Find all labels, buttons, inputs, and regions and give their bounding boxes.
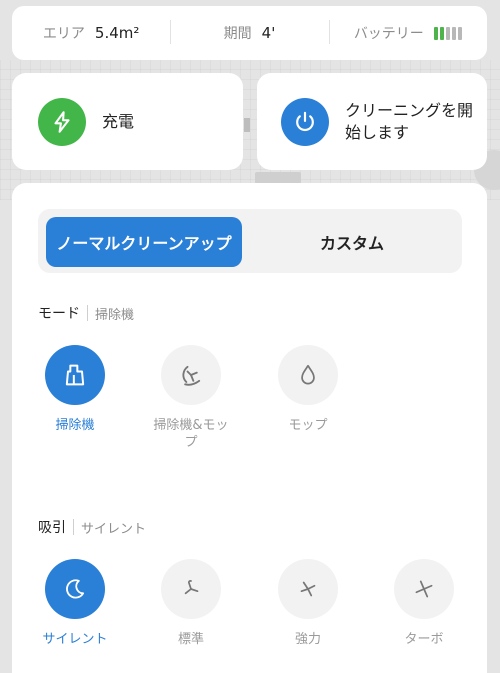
charge-button[interactable]: 充電 [12,73,243,170]
suction-section-title: 吸引 サイレント [38,517,146,537]
charge-label: 充電 [102,111,135,131]
suction-option-label: 強力 [294,632,321,647]
mode-option-mop[interactable]: モップ [263,345,353,434]
battery-bar [457,26,462,40]
settings-panel: ノーマルクリーンアップ カスタム モード 掃除機 掃除機 掃除機&モップ モップ… [12,183,487,673]
vacuum-mop-icon [161,345,221,405]
power-icon [281,97,329,146]
fan-icon [278,559,338,619]
period-label: 期間 [223,26,252,42]
vacuum-icon [45,345,105,405]
battery-label: バッテリー [353,26,424,42]
suction-option-strong[interactable]: 強力 [263,559,353,648]
moon-icon [45,559,105,619]
fan-icon [394,559,454,619]
tab-custom[interactable]: カスタム [250,217,454,267]
mode-current: 掃除機 [95,307,135,323]
battery-bar [439,26,444,40]
battery-indicator [433,26,462,40]
suction-title: 吸引 [38,520,66,536]
divider [73,519,74,535]
suction-option-silent[interactable]: サイレント [30,559,120,648]
suction-option-label: サイレント [42,632,108,647]
area-stat: エリア 5.4m² [12,23,170,43]
start-cleaning-label: クリーニングを開始します [345,100,474,142]
mode-title: モード [38,306,80,322]
area-value: 5.4m² [94,24,140,42]
fan-icon [161,559,221,619]
cleanup-tabs: ノーマルクリーンアップ カスタム [38,209,462,273]
area-label: エリア [42,26,85,42]
mode-option-label: 掃除機&モップ [153,418,229,450]
map-obstacle [244,118,250,132]
period-value: 4' [261,24,276,42]
suction-option-standard[interactable]: 標準 [146,559,236,648]
start-cleaning-button[interactable]: クリーニングを開始します [257,73,487,170]
stats-bar: エリア 5.4m² 期間 4' バッテリー [12,6,487,60]
water-drop-icon [278,345,338,405]
lightning-icon [38,97,86,146]
mode-option-vacuum-mop[interactable]: 掃除機&モップ [146,345,236,451]
battery-stat: バッテリー [328,20,487,44]
battery-bar [451,26,456,40]
suction-option-label: ターボ [404,632,444,647]
suction-option-turbo[interactable]: ターボ [379,559,469,648]
mode-option-label: 掃除機 [55,418,95,433]
suction-current: サイレント [81,521,147,537]
tab-normal-cleanup[interactable]: ノーマルクリーンアップ [46,217,242,267]
mode-section-title: モード 掃除機 [38,303,134,323]
battery-bar [433,26,438,40]
mode-option-vacuum[interactable]: 掃除機 [30,345,120,434]
divider [87,305,88,321]
suction-option-label: 標準 [177,632,204,647]
period-stat: 期間 4' [170,20,328,44]
battery-bar [445,26,450,40]
mode-option-label: モップ [288,418,328,433]
